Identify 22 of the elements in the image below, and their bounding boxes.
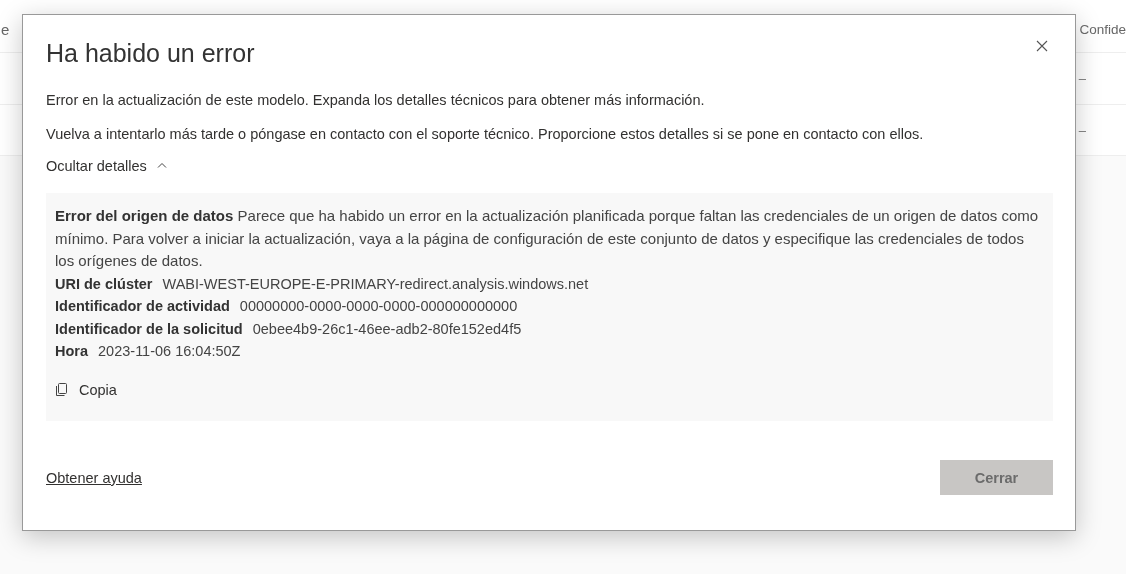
field-label: URI de clúster	[55, 274, 153, 294]
table-cell: –	[1078, 71, 1086, 86]
details-toggle[interactable]: Ocultar detalles	[46, 158, 167, 174]
table-cell: –	[1078, 122, 1086, 138]
column-header: e	[1, 20, 10, 38]
field-label: Identificador de actividad	[55, 297, 230, 316]
field-label: Hora	[55, 342, 89, 361]
help-link[interactable]: Obtener ayuda	[46, 469, 142, 486]
message-text: Vuelva a intentarlo más tarde o póngase en contacto con el soporte técnico. Proporcione estos detalles si se pone en contacto con ellos.	[46, 125, 925, 144]
close-icon[interactable]	[1036, 40, 1048, 52]
chevron-icon	[156, 161, 167, 168]
error-summary: Error del origen de datos Parece que ha habido un error en la actualización planificada porque faltan las credenciales de un origen de datos como mínimo. Para volver a iniciar la actualización, vaya a la página de configuración de este conjunto de datos y especifique las credenciales de todos los orígenes de datos.	[55, 206, 1040, 271]
column-header: Confide	[1079, 21, 1126, 37]
field-value: 0ebee4b9-26c1-46ee-adb2-80fe152ed4f5	[252, 319, 522, 339]
field-value: 2023-11-06 16:04:50Z	[98, 342, 241, 361]
copy-button[interactable]: Copia	[55, 381, 117, 398]
message-text: Error en la actualización de este modelo. Expanda los detalles técnicos para obtener más información.	[46, 91, 706, 110]
field-value: 00000000-0000-0000-0000-000000000000	[239, 297, 518, 316]
dialog-title: Ha habido un error	[46, 39, 255, 68]
field-value: WABI-WEST-EUROPE-E-PRIMARY-redirect.analysis.windows.net	[162, 274, 589, 294]
copy-icon	[55, 382, 67, 397]
field-label: Identificador de la solicitud	[55, 319, 243, 339]
